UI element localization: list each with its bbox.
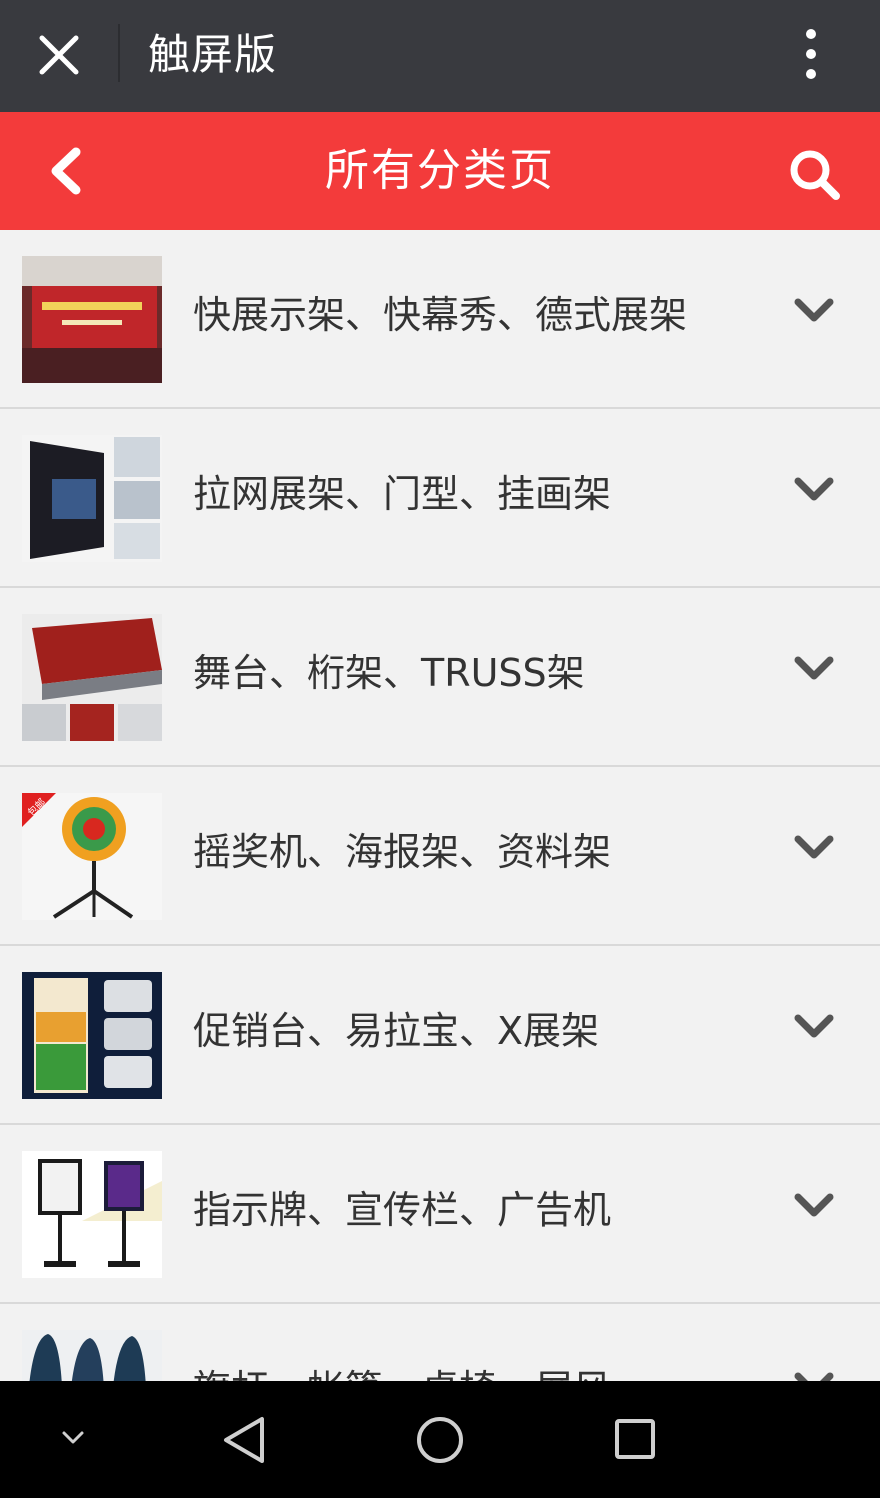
category-row[interactable]: 旗杆、帐篷、桌椅、展风: [0, 1304, 880, 1381]
category-thumbnail: [22, 1151, 162, 1278]
wechat-top-bar: 触屏版: [0, 0, 880, 112]
recents-square-icon[interactable]: [614, 1418, 656, 1464]
back-triangle-icon[interactable]: [222, 1415, 268, 1469]
chevron-down-icon[interactable]: [794, 298, 834, 324]
category-label: 摇奖机、海报架、资料架: [193, 830, 612, 874]
wechat-title: 触屏版: [148, 30, 278, 79]
category-label: 拉网展架、门型、挂画架: [193, 472, 612, 516]
category-thumbnail: [22, 435, 162, 562]
category-row[interactable]: 促销台、易拉宝、X展架: [0, 946, 880, 1125]
category-row[interactable]: 包邮 摇奖机、海报架、资料架: [0, 767, 880, 946]
chevron-down-icon[interactable]: [794, 477, 834, 503]
chevron-down-icon[interactable]: [794, 656, 834, 682]
category-thumbnail: [22, 614, 162, 741]
category-thumbnail: [22, 256, 162, 383]
title-divider: [118, 24, 120, 82]
category-list: 快展示架、快幕秀、德式展架 拉网展架、门型、挂画架 舞台、桁架、TRUSS架 包…: [0, 230, 880, 1381]
category-label: 快展示架、快幕秀、德式展架: [193, 293, 688, 337]
page-header: 所有分类页: [0, 112, 880, 230]
home-circle-icon[interactable]: [416, 1416, 464, 1468]
category-label: 旗杆、帐篷、桌椅、展风: [193, 1359, 611, 1381]
category-thumbnail: [22, 972, 162, 1099]
category-row[interactable]: 快展示架、快幕秀、德式展架: [0, 230, 880, 409]
category-row[interactable]: 拉网展架、门型、挂画架: [0, 409, 880, 588]
category-thumbnail: [22, 1330, 162, 1381]
search-icon[interactable]: [786, 146, 842, 202]
more-vertical-icon[interactable]: [796, 26, 826, 86]
category-label: 促销台、易拉宝、X展架: [193, 1009, 600, 1053]
chevron-down-icon[interactable]: [794, 1193, 834, 1219]
category-label: 指示牌、宣传栏、广告机: [193, 1188, 612, 1232]
close-icon[interactable]: [30, 26, 88, 84]
category-row[interactable]: 舞台、桁架、TRUSS架: [0, 588, 880, 767]
hide-keyboard-icon[interactable]: [60, 1429, 86, 1451]
chevron-down-icon[interactable]: [794, 1372, 834, 1381]
category-row[interactable]: 指示牌、宣传栏、广告机: [0, 1125, 880, 1304]
category-label: 舞台、桁架、TRUSS架: [193, 651, 585, 695]
system-nav-bar: [0, 1381, 880, 1498]
page-title: 所有分类页: [325, 145, 555, 196]
category-thumbnail: 包邮: [22, 793, 162, 920]
chevron-down-icon[interactable]: [794, 1014, 834, 1040]
chevron-down-icon[interactable]: [794, 835, 834, 861]
